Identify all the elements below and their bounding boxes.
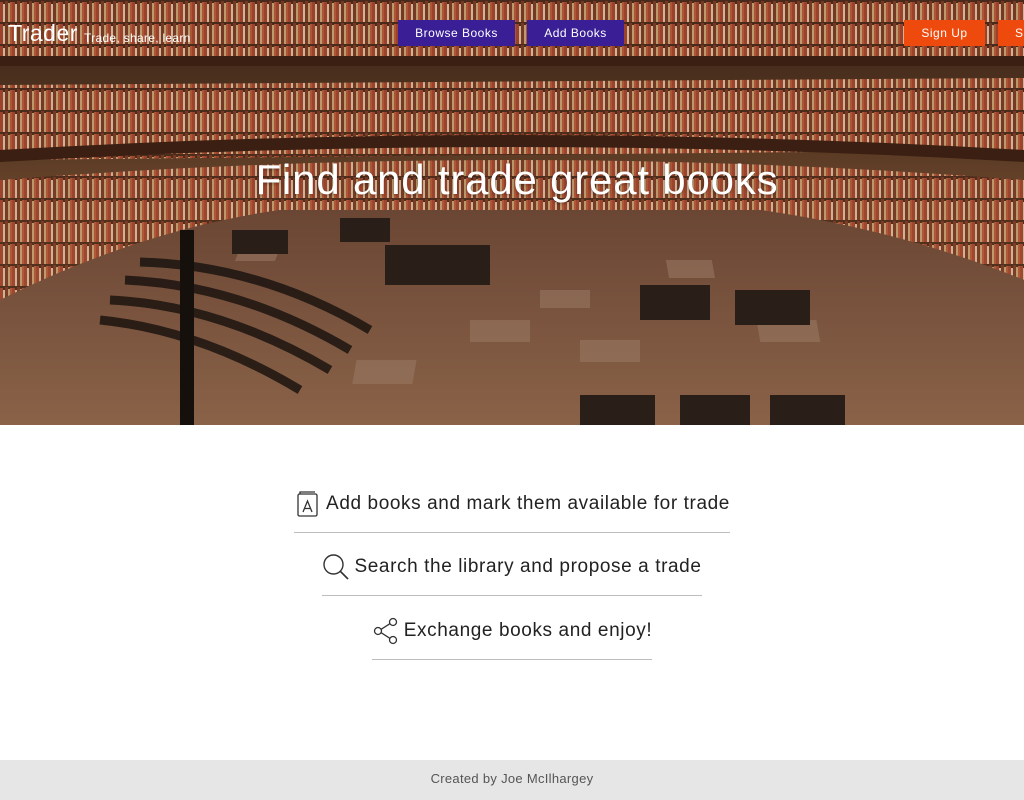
top-navbar: Trader Trade, share, learn Browse Books … — [0, 0, 1024, 68]
browse-books-button[interactable]: Browse Books — [398, 20, 515, 46]
features-section: Add books and mark them available for tr… — [0, 425, 1024, 760]
feature-item-exchange: Exchange books and enjoy! — [0, 617, 1024, 660]
brand-tagline: Trade, share, learn — [84, 31, 191, 45]
sign-in-button[interactable]: Sign In — [998, 20, 1024, 46]
feature-item-search: Search the library and propose a trade — [0, 553, 1024, 596]
feature-text: Exchange books and enjoy! — [403, 620, 653, 641]
add-books-button[interactable]: Add Books — [527, 20, 624, 46]
book-icon — [294, 490, 322, 518]
hero-section: Trader Trade, share, learn Browse Books … — [0, 0, 1024, 425]
feature-text: Add books and mark them available for tr… — [326, 493, 730, 514]
brand-logo-text[interactable]: Trader — [8, 20, 78, 47]
sign-up-button[interactable]: Sign Up — [904, 20, 985, 46]
feature-item-add-books: Add books and mark them available for tr… — [0, 490, 1024, 533]
footer: Created by Joe McIlhargey — [0, 760, 1024, 800]
feature-text: Search the library and propose a trade — [354, 556, 702, 577]
share-icon — [372, 617, 400, 645]
footer-credit: Created by Joe McIlhargey — [430, 771, 594, 786]
hero-title: Find and trade great books — [255, 156, 779, 203]
search-icon — [322, 553, 350, 581]
